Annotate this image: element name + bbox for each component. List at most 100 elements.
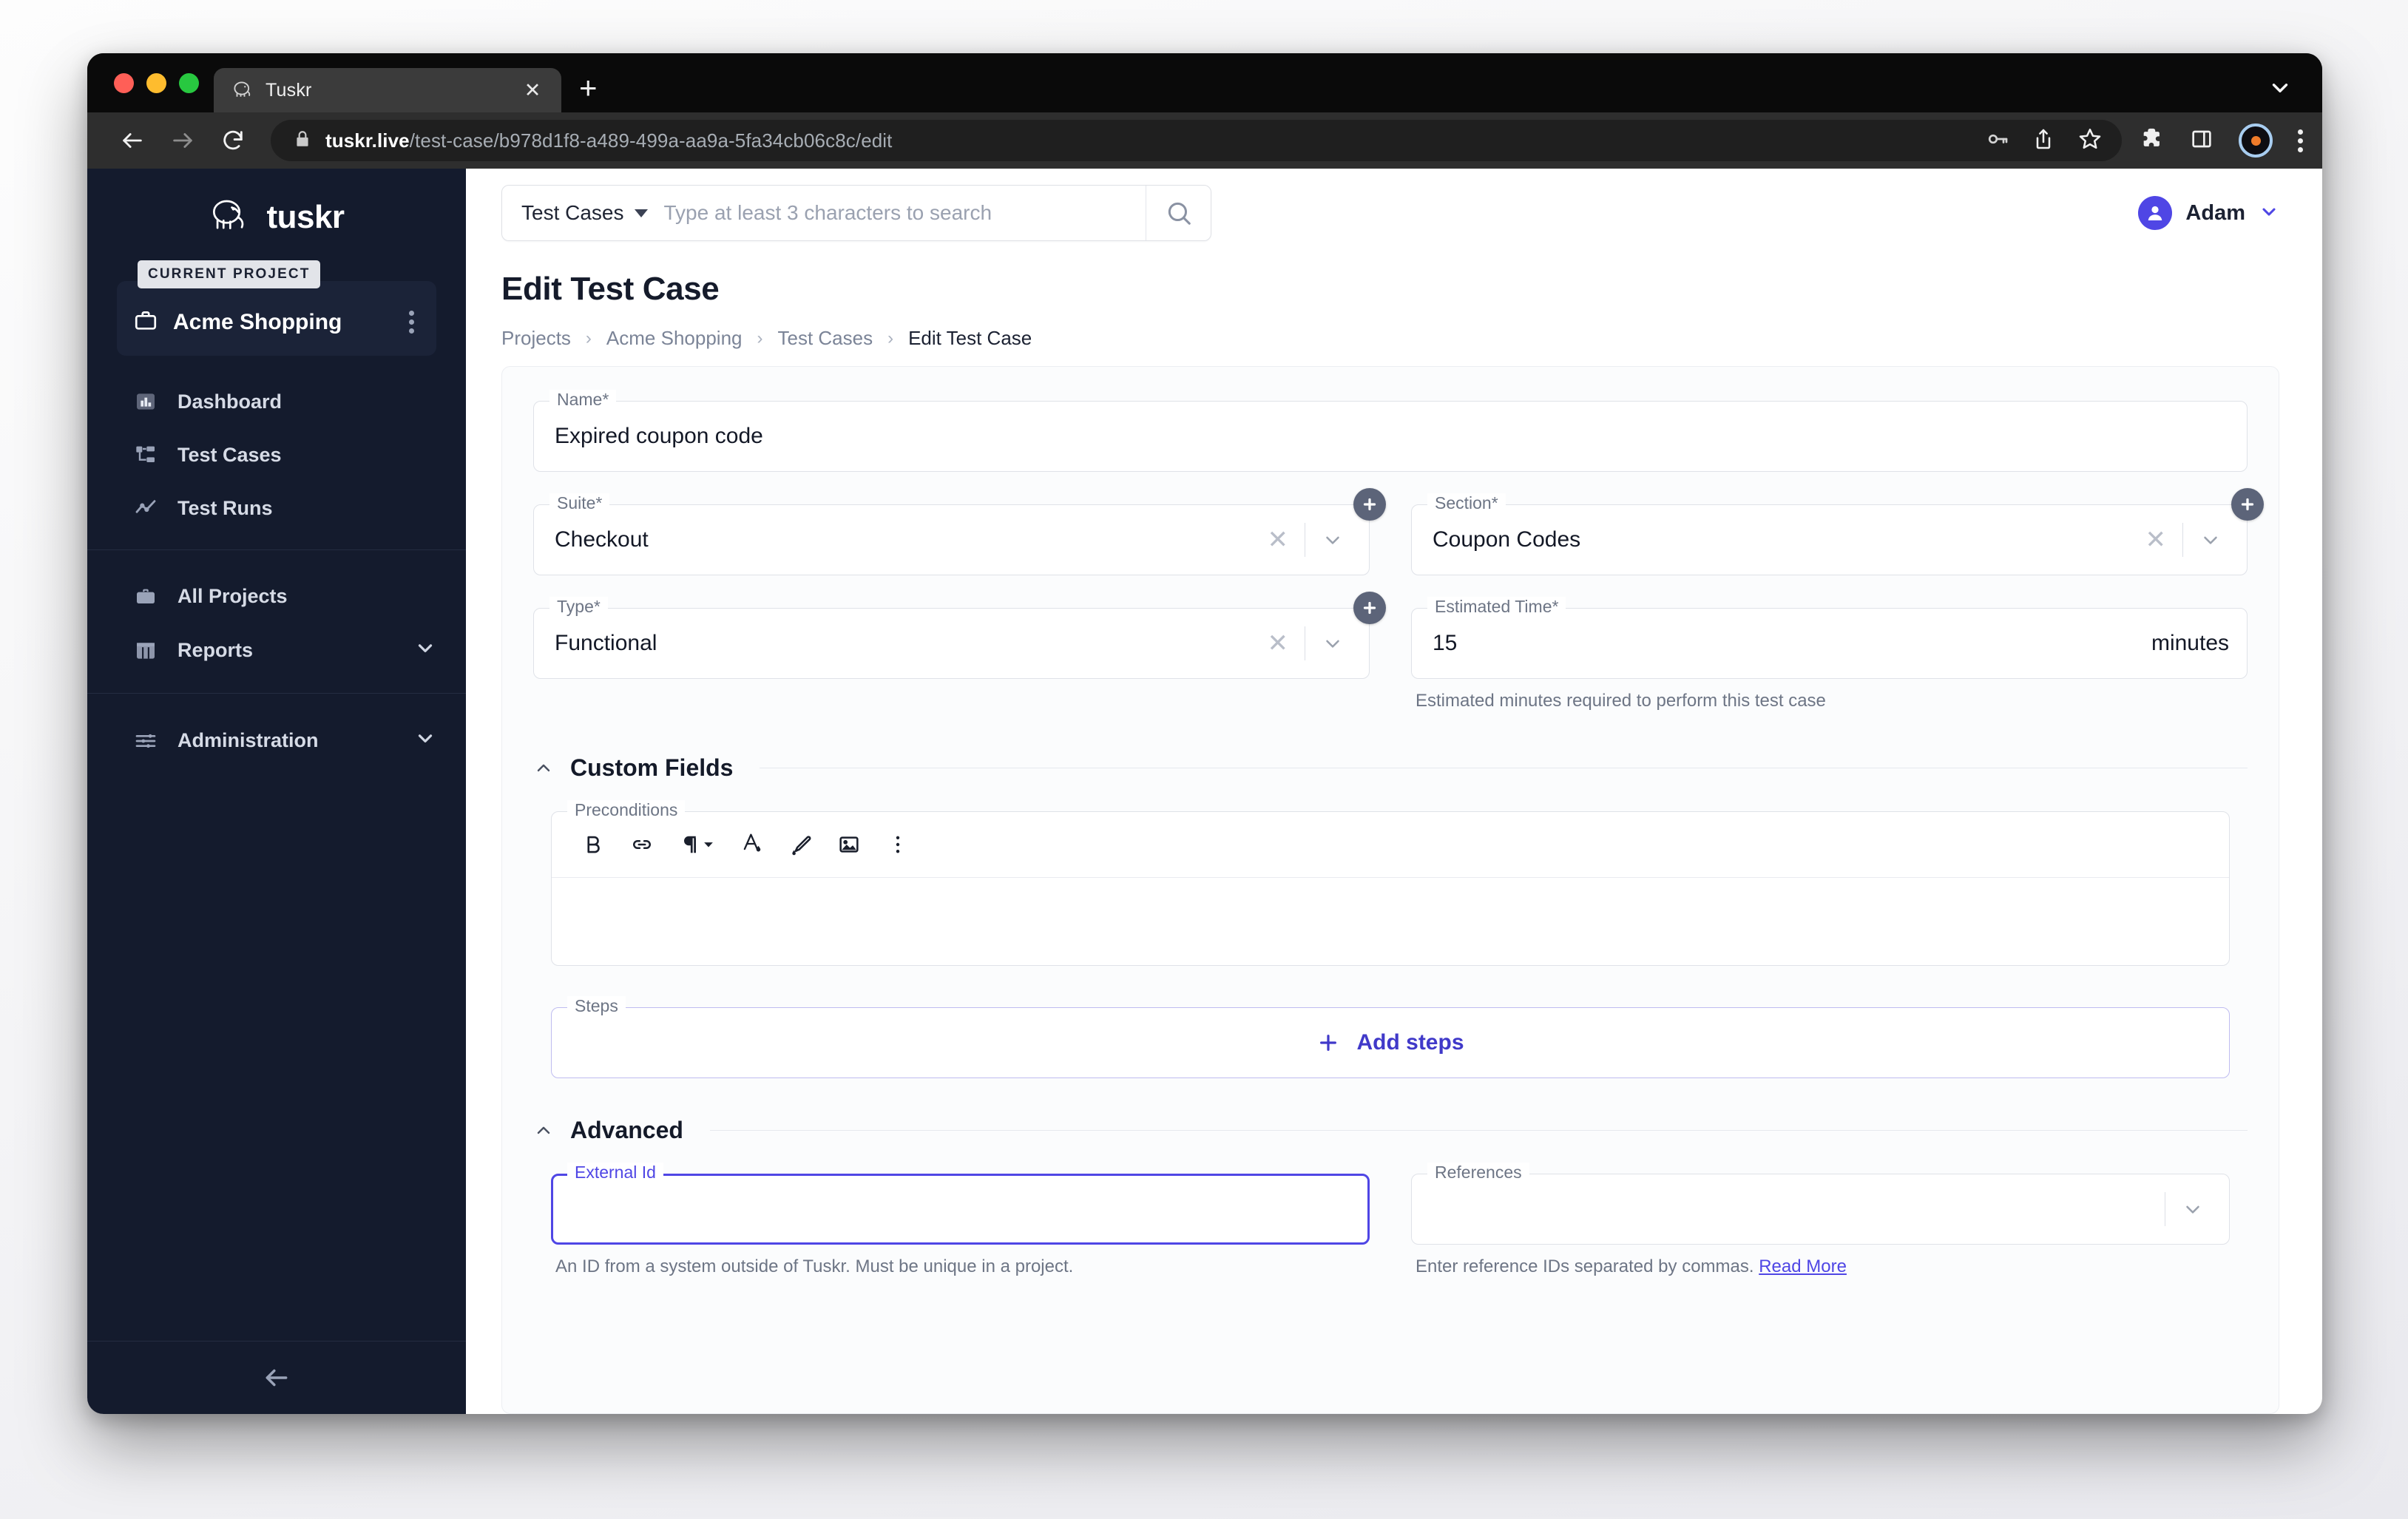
bookmark-star-icon[interactable] [2077, 126, 2103, 155]
caret-down-icon [634, 209, 648, 217]
profile-avatar-icon[interactable] [2239, 124, 2273, 158]
advanced-section-header[interactable]: Advanced [533, 1117, 2248, 1144]
global-search[interactable]: Test Cases [501, 185, 1211, 241]
browser-tab-tuskr[interactable]: Tuskr ✕ [214, 68, 561, 112]
lock-icon [293, 129, 312, 152]
sidebar-item-all-projects[interactable]: All Projects [87, 569, 466, 623]
plus-icon [1316, 1031, 1340, 1055]
user-menu[interactable]: Adam [2138, 196, 2279, 230]
chevron-down-icon[interactable] [1305, 529, 1351, 551]
form-scroll-area[interactable]: Name* Expired coupon code Suite* Checkou… [466, 350, 2322, 1414]
page-header: Edit Test Case Projects › Acme Shopping … [466, 257, 2322, 350]
bold-icon[interactable] [572, 825, 614, 864]
reload-button[interactable] [210, 120, 256, 161]
browser-tab-title: Tuskr [266, 79, 312, 101]
close-x-icon[interactable]: ✕ [2129, 527, 2183, 552]
search-input[interactable] [663, 186, 1146, 240]
custom-fields-section-header[interactable]: Custom Fields [533, 754, 2248, 782]
type-select[interactable]: Functional ✕ [533, 608, 1370, 679]
sidebar-item-test-cases[interactable]: Test Cases [87, 428, 466, 481]
page-viewport: tuskr CURRENT PROJECT Acme Shopping Dash… [87, 169, 2322, 1414]
tabstrip-menu-button[interactable] [2267, 53, 2322, 112]
browser-tab-strip: Tuskr ✕ + [87, 53, 2322, 112]
preconditions-editor[interactable] [551, 811, 2230, 966]
chevron-down-icon [414, 727, 436, 754]
field-label-preconditions: Preconditions [567, 800, 686, 820]
breadcrumb-item-acme-shopping[interactable]: Acme Shopping [606, 327, 743, 350]
search-icon [1168, 202, 1191, 225]
chevron-down-icon[interactable] [2183, 529, 2229, 551]
preconditions-text-area[interactable] [552, 878, 2229, 965]
paragraph-icon[interactable] [670, 825, 723, 864]
section-select-actions: ✕ [2129, 523, 2230, 557]
references-select-actions [2165, 1192, 2211, 1226]
references-select[interactable] [1411, 1174, 2230, 1245]
highlighter-icon[interactable] [779, 825, 821, 864]
read-more-link[interactable]: Read More [1759, 1256, 1847, 1276]
chevron-up-icon[interactable] [533, 758, 554, 779]
browser-toolbar: tuskr.live/test-case/b978d1f8-a489-499a-… [87, 112, 2322, 169]
add-steps-button[interactable]: Add steps [551, 1007, 2230, 1078]
brand-logo[interactable]: tuskr [87, 169, 466, 266]
more-options-kebab-icon[interactable] [877, 825, 919, 864]
add-suite-button[interactable] [1353, 488, 1386, 521]
breadcrumb-item-projects[interactable]: Projects [501, 327, 571, 350]
side-panel-icon[interactable] [2190, 127, 2213, 155]
chevron-down-icon[interactable] [2165, 1198, 2211, 1220]
sidebar-item-test-runs[interactable]: Test Runs [87, 481, 466, 535]
suite-select-actions: ✕ [1251, 523, 1352, 557]
browser-menu-kebab-icon[interactable] [2298, 129, 2303, 152]
field-label-steps: Steps [567, 996, 626, 1016]
name-input[interactable]: Expired coupon code [533, 401, 2248, 472]
close-x-icon[interactable]: ✕ [1251, 527, 1305, 552]
section-select[interactable]: Coupon Codes ✕ [1411, 504, 2248, 575]
image-icon[interactable] [828, 825, 870, 864]
chevron-down-icon[interactable] [1305, 632, 1351, 654]
sidebar-item-administration[interactable]: Administration [87, 713, 466, 768]
search-submit-button[interactable] [1146, 186, 1211, 240]
add-type-button[interactable] [1353, 592, 1386, 624]
field-label-section: Section* [1427, 493, 1506, 514]
field-steps: Steps Add steps [551, 996, 2230, 1078]
field-label-references: References [1427, 1163, 1529, 1183]
external-id-input[interactable] [551, 1174, 1370, 1245]
close-icon[interactable]: ✕ [520, 80, 545, 101]
sitemap-icon [133, 442, 158, 467]
back-button[interactable] [109, 120, 155, 161]
text-color-icon[interactable] [731, 825, 772, 864]
extensions-puzzle-icon[interactable] [2140, 126, 2165, 155]
new-tab-button[interactable]: + [579, 72, 598, 104]
search-scope-selector[interactable]: Test Cases [502, 201, 664, 225]
window-close-button[interactable] [114, 72, 134, 93]
breadcrumb-item-test-cases[interactable]: Test Cases [777, 327, 873, 350]
sidebar-item-dashboard[interactable]: Dashboard [87, 375, 466, 428]
sidebar-item-label: Test Runs [177, 496, 273, 519]
preconditions-toolbar [552, 812, 2229, 878]
link-icon[interactable] [621, 825, 663, 864]
omnibox-actions [1966, 126, 2103, 155]
window-minimize-button[interactable] [146, 72, 166, 93]
sidebar-collapse-button[interactable] [87, 1341, 466, 1414]
chevron-down-icon [414, 637, 436, 664]
estimated-time-input[interactable]: 15 minutes [1411, 608, 2248, 679]
current-project-tag: CURRENT PROJECT [138, 260, 321, 288]
breadcrumb-separator: › [887, 328, 894, 348]
plus-circle-icon [1363, 498, 1376, 511]
window-maximize-button[interactable] [179, 72, 199, 93]
sidebar-item-reports[interactable]: Reports [87, 623, 466, 678]
close-x-icon[interactable]: ✕ [1251, 631, 1305, 656]
address-bar[interactable]: tuskr.live/test-case/b978d1f8-a489-499a-… [271, 120, 2122, 161]
vertical-kebab-icon[interactable] [403, 306, 420, 338]
add-section-button[interactable] [2231, 488, 2264, 521]
sidebar-item-label: Administration [177, 729, 319, 751]
forward-button[interactable] [160, 120, 206, 161]
key-icon[interactable] [1986, 127, 2009, 155]
address-bar-domain: tuskr.live [325, 129, 410, 152]
share-icon[interactable] [2032, 127, 2055, 155]
field-type: Type* Functional ✕ [533, 592, 1386, 679]
chevron-up-icon[interactable] [533, 1120, 554, 1141]
name-value: Expired coupon code [555, 424, 763, 448]
current-project-selector[interactable]: Acme Shopping [117, 281, 436, 356]
edit-test-case-form: Name* Expired coupon code Suite* Checkou… [501, 366, 2279, 1414]
suite-select[interactable]: Checkout ✕ [533, 504, 1370, 575]
